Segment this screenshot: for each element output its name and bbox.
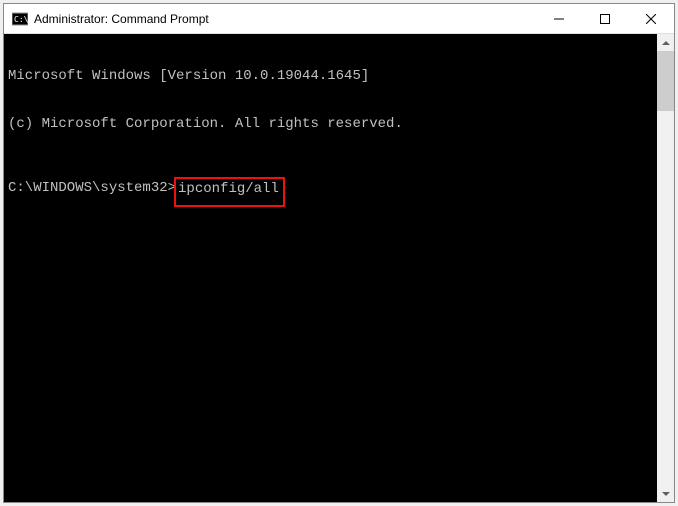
maximize-button[interactable]	[582, 4, 628, 33]
close-button[interactable]	[628, 4, 674, 33]
version-line: Microsoft Windows [Version 10.0.19044.16…	[8, 68, 653, 84]
window-title: Administrator: Command Prompt	[34, 12, 536, 26]
terminal-output[interactable]: Microsoft Windows [Version 10.0.19044.16…	[4, 34, 657, 502]
command-prompt-window: C:\ Administrator: Command Prompt Micros…	[3, 3, 675, 503]
svg-text:C:\: C:\	[14, 15, 28, 24]
copyright-line: (c) Microsoft Corporation. All rights re…	[8, 116, 653, 132]
titlebar[interactable]: C:\ Administrator: Command Prompt	[4, 4, 674, 34]
scrollbar-track[interactable]	[657, 51, 674, 485]
command-highlight: ipconfig/all	[174, 177, 285, 207]
prompt-line: C:\WINDOWS\system32>ipconfig/all	[8, 180, 653, 210]
typed-command: ipconfig/all	[178, 181, 279, 197]
client-area: Microsoft Windows [Version 10.0.19044.16…	[4, 34, 674, 502]
scroll-up-button[interactable]	[657, 34, 674, 51]
app-icon: C:\	[12, 11, 28, 27]
vertical-scrollbar[interactable]	[657, 34, 674, 502]
scroll-down-button[interactable]	[657, 485, 674, 502]
scrollbar-thumb[interactable]	[657, 51, 674, 111]
prompt-path: C:\WINDOWS\system32>	[8, 180, 176, 210]
window-controls	[536, 4, 674, 33]
minimize-button[interactable]	[536, 4, 582, 33]
